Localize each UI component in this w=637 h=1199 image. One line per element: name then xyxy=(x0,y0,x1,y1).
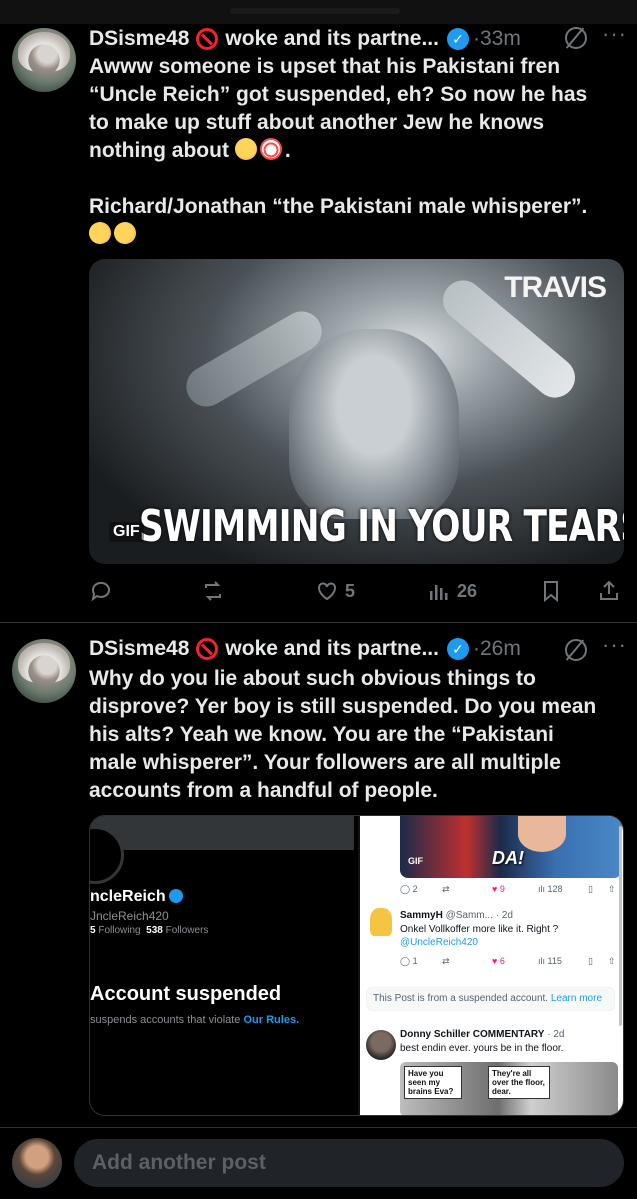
grok-icon[interactable] xyxy=(565,639,587,661)
post-text: Why do you lie about such obvious things… xyxy=(89,665,625,805)
profile-banner xyxy=(90,816,354,850)
post-text-line: accounts from a handful of people. xyxy=(89,779,438,802)
post-text-line: Why do you lie about such obvious things… xyxy=(89,667,536,690)
post-actions: 5 26 xyxy=(89,576,625,606)
scrollbar xyxy=(619,826,622,1026)
share-button[interactable] xyxy=(597,576,621,606)
post-text-line: male whisperer”. Your followers are all … xyxy=(89,751,561,774)
meme-caption: They're all over the floor, dear. xyxy=(488,1066,550,1099)
status-bar-overflow xyxy=(0,0,637,24)
share-icon xyxy=(600,580,618,600)
views-icon xyxy=(430,585,448,600)
author-name[interactable]: DSisme48 xyxy=(89,637,189,661)
reply-button[interactable] xyxy=(89,576,113,606)
screenshot-actions-row: ◯ 1 ⇄ ♥ 6 ılı 115 ▯ ⇧ xyxy=(400,956,616,966)
like-count: 5 xyxy=(345,580,356,601)
reply-text: Onkel Vollkoffer more like it. Right ? xyxy=(400,924,559,935)
author-display-suffix[interactable]: woke and its partne... xyxy=(225,27,439,51)
post-header: DSisme48 woke and its partne... ✓ ·33m xyxy=(89,25,627,53)
verified-badge-icon: ✓ xyxy=(446,28,469,50)
verified-badge-icon xyxy=(168,889,183,903)
account-suspended-title: Account suspended xyxy=(90,983,282,1005)
author-name[interactable]: DSisme48 xyxy=(89,27,189,51)
reply-header: SammyH @Samm... · 2d xyxy=(400,910,513,921)
grok-icon[interactable] xyxy=(565,27,587,49)
gif-media[interactable]: TRAVIS SWIMMING IN YOUR TEARS GIF xyxy=(89,259,624,564)
profile-follow-stats: 5 Following 538 Followers xyxy=(90,925,209,936)
author-display-suffix[interactable]: woke and its partne... xyxy=(225,637,439,661)
reply-composer: Add another post xyxy=(0,1127,637,1199)
repost-button[interactable] xyxy=(201,576,225,606)
heart-icon xyxy=(318,582,336,601)
reply-mention: @UncleReich420 xyxy=(400,937,478,948)
shushing-face-icon xyxy=(234,138,257,160)
bookmark-icon xyxy=(544,581,558,603)
suspended-profile-screenshot: ncleReich JncleReich420 5 Following 538 … xyxy=(90,816,358,1115)
meme-caption: Have you seen my brains Eva? xyxy=(404,1066,462,1099)
add-post-input[interactable]: Add another post xyxy=(74,1139,624,1187)
views-count: 26 xyxy=(457,580,478,601)
gif-caption: SWIMMING IN YOUR TEARS xyxy=(139,501,624,552)
gif-brand: TRAVIS xyxy=(504,271,607,304)
profile-name: ncleReich xyxy=(90,888,183,906)
reply-header: Donny Schiller COMMENTARY · 2d xyxy=(400,1029,565,1040)
post-text-line: to make up stuff about another Jew he kn… xyxy=(89,111,545,134)
reply-icon xyxy=(91,581,110,602)
screenshot-gif: DA! GIF xyxy=(400,816,622,878)
replies-screenshot: DA! GIF ◯ 2 ⇄ ♥ 9 ılı 128 ▯ ⇧ SammyH @Sam… xyxy=(360,816,623,1115)
repost-icon xyxy=(205,581,221,601)
post-2[interactable]: DSisme48 woke and its partne... ✓ ·26m ·… xyxy=(0,622,637,1127)
author-avatar[interactable] xyxy=(12,639,76,703)
post-text-line: his alts? Yeah we know. You are the “Pak… xyxy=(89,723,554,746)
rofl-emoji-icon xyxy=(84,217,116,249)
suspended-post-notice: This Post is from a suspended account. L… xyxy=(366,987,615,1011)
post-header: DSisme48 woke and its partne... ✓ ·26m xyxy=(89,635,627,663)
no-entry-icon xyxy=(196,28,219,50)
gif-figure xyxy=(289,329,459,519)
more-options-icon[interactable]: ··· xyxy=(602,21,627,47)
views-button[interactable]: 26 xyxy=(427,576,477,606)
post-text-emojis xyxy=(84,217,625,249)
reply-text: best endin ever. yours be in the floor. xyxy=(400,1043,564,1054)
more-options-icon[interactable]: ··· xyxy=(602,632,627,658)
gif-text: DA! xyxy=(492,848,524,868)
meme-image: Have you seen my brains Eva? They're all… xyxy=(400,1062,618,1115)
post-time[interactable]: ·33m xyxy=(473,27,521,51)
top-edge-pill xyxy=(230,8,400,14)
screenshot-media[interactable]: ncleReich JncleReich420 5 Following 538 … xyxy=(89,815,624,1116)
verified-badge-icon: ✓ xyxy=(446,638,469,660)
my-avatar[interactable] xyxy=(12,1138,62,1188)
no-entry-icon xyxy=(196,638,219,660)
suspension-rules-text: suspends accounts that violate Our Rules… xyxy=(90,1014,300,1026)
profile-handle: JncleReich420 xyxy=(90,909,169,923)
post-time[interactable]: ·26m xyxy=(473,637,521,661)
post-text-line: Awww someone is upset that his Pakistani… xyxy=(89,55,561,78)
rofl-emoji-icon xyxy=(109,217,141,249)
clown-face-icon xyxy=(259,138,282,160)
like-button[interactable]: 5 xyxy=(315,576,355,606)
post-text-blank xyxy=(89,165,625,193)
bookmark-button[interactable] xyxy=(539,576,563,606)
post-text: Awww someone is upset that his Pakistani… xyxy=(84,53,625,249)
post-text-line: Richard/Jonathan “the Pakistani male whi… xyxy=(89,195,588,218)
post-text-line: “Uncle Reich” got suspended, eh? So now … xyxy=(89,83,588,106)
reply-avatar xyxy=(370,908,392,936)
gif-label: GIF xyxy=(408,856,423,866)
author-avatar[interactable] xyxy=(12,28,76,92)
screenshot-actions-row: ◯ 2 ⇄ ♥ 9 ılı 128 ▯ ⇧ xyxy=(400,884,616,894)
post-1[interactable]: DSisme48 woke and its partne... ✓ ·33m ·… xyxy=(0,21,637,622)
gif-label: GIF xyxy=(109,522,144,542)
reply-avatar xyxy=(366,1030,396,1060)
post-text-line: disprove? Yer boy is still suspended. Do… xyxy=(89,695,597,718)
post-text-line: nothing about . xyxy=(89,138,291,162)
